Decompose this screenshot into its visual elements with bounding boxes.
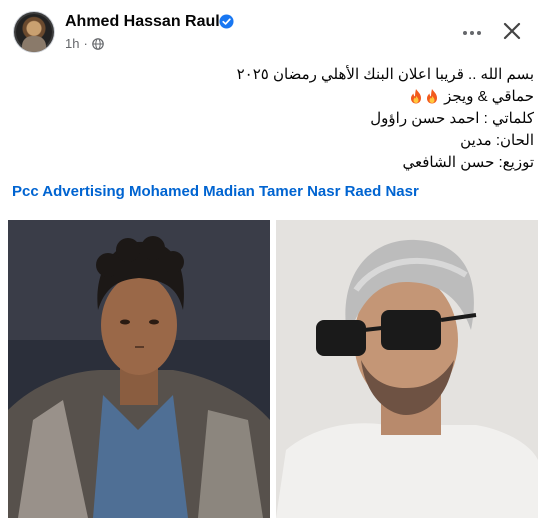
author-avatar[interactable] [14,12,54,52]
post-text-line-1: بسم الله .. قريبا اعلان البنك الأهلي رمض… [236,66,534,83]
facebook-post: Ahmed Hassan Raul 1h · بسم الله .. قريبا… [0,0,548,518]
post-text-line-2: حماقي & ويجز [14,86,534,108]
fire-emoji-icon [410,89,421,104]
fire-emoji-icon [426,89,437,104]
photo-man-sunglasses[interactable] [276,220,538,518]
verified-badge-icon [219,14,234,29]
globe-icon[interactable] [92,37,104,50]
close-icon[interactable] [502,21,522,41]
post-text-line-4: الحان: مدين [460,132,534,149]
post-meta: 1h · [65,36,104,51]
photo-man-curly-hair-art [8,220,270,518]
author-name[interactable]: Ahmed Hassan Raul [65,13,220,31]
post-text-line-5: توزيع: حسن الشافعي [402,154,535,171]
more-dots-icon[interactable] [462,30,482,36]
post-timestamp[interactable]: 1h [65,36,79,51]
photo-man-sunglasses-art [276,220,538,518]
avatar-shoulders [22,36,46,52]
photo-man-curly-hair[interactable] [8,220,270,518]
post-tags-link[interactable]: Pcc Advertising Mohamed Madian Tamer Nas… [12,183,419,200]
post-text-line-2-label: حماقي & ويجز [444,88,534,105]
post-text-line-3: كلماتي : احمد حسن راؤول [370,110,534,127]
meta-separator: · [83,36,88,51]
post-text: بسم الله .. قريبا اعلان البنك الأهلي رمض… [14,64,534,174]
